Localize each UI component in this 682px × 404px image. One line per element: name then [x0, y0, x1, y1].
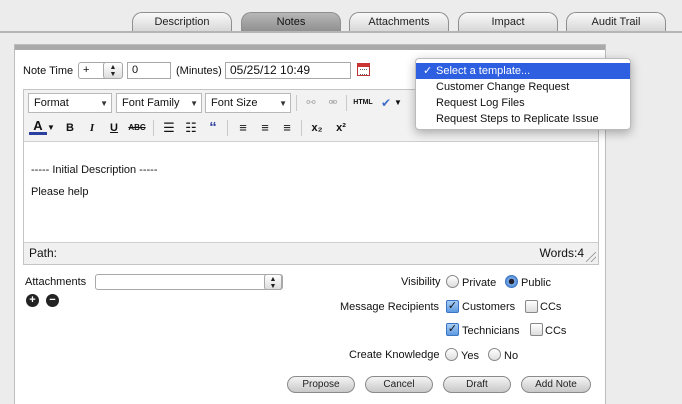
text-color-icon[interactable]: A [29, 119, 47, 135]
chevron-down-icon: ▼ [190, 99, 198, 108]
align-center-icon[interactable]: ≡ [256, 119, 274, 137]
attachments-select-arrows-icon[interactable]: ▲ ▼ [264, 274, 282, 290]
calendar-icon[interactable] [357, 63, 370, 76]
bullet-list-icon[interactable]: ☰ [160, 119, 178, 137]
template-dropdown-menu: ✓ Select a template... Customer Change R… [415, 58, 631, 130]
panel-header-bar [15, 45, 605, 50]
word-count: Words:4 [539, 246, 584, 260]
unlink-icon[interactable]: ⚮ [324, 94, 342, 112]
path-label: Path: [29, 246, 58, 260]
font-family-select-value: Font Family [122, 97, 180, 109]
text-color-dropdown-icon[interactable]: ▼ [46, 119, 56, 137]
toolbar-separator [301, 120, 302, 136]
technicians-label: Technicians [462, 325, 520, 337]
cancel-button[interactable]: Cancel [365, 376, 433, 393]
spellcheck-dropdown-icon[interactable]: ▼ [393, 94, 403, 112]
blockquote-icon[interactable]: “ [204, 119, 222, 137]
template-option-request-log-files[interactable]: Request Log Files [416, 95, 630, 111]
note-datetime-input[interactable]: 05/25/12 10:49 [225, 62, 351, 79]
visibility-public-radio[interactable] [505, 275, 518, 288]
propose-button[interactable]: Propose [287, 376, 355, 393]
checkmark-icon: ✓ [423, 65, 433, 77]
visibility-public-label: Public [521, 277, 551, 289]
visibility-private-label: Private [462, 277, 497, 289]
strikethrough-icon[interactable]: ABC [126, 119, 148, 137]
knowledge-yes-label: Yes [461, 350, 479, 362]
align-left-icon[interactable]: ≡ [234, 119, 252, 137]
template-option-select[interactable]: ✓ Select a template... [416, 63, 630, 79]
create-knowledge-label: Create Knowledge [349, 349, 440, 361]
editor-status-bar: Path: Words:4 [24, 242, 598, 264]
technicians-ccs-label: CCs [545, 325, 567, 337]
attachments-label: Attachments [25, 276, 87, 288]
template-option-label: Select a template... [436, 65, 531, 77]
font-family-select[interactable]: Font Family ▼ [116, 93, 202, 113]
add-attachment-icon[interactable]: + [26, 294, 39, 307]
customers-checkbox[interactable]: ✓ [446, 300, 459, 313]
add-note-button[interactable]: Add Note [521, 376, 591, 393]
tab-description[interactable]: Description [132, 12, 232, 32]
message-recipients-label: Message Recipients [340, 301, 440, 313]
superscript-icon[interactable]: x² [332, 119, 350, 137]
knowledge-no-label: No [504, 350, 519, 362]
bold-icon[interactable]: B [61, 119, 79, 137]
subscript-icon[interactable]: x₂ [308, 119, 326, 137]
sign-select-arrows-icon[interactable]: ▲ ▼ [103, 62, 123, 79]
format-select-value: Format [34, 97, 69, 109]
technicians-ccs-checkbox[interactable] [530, 323, 543, 336]
minutes-unit-label: (Minutes) [176, 65, 222, 77]
customers-ccs-checkbox[interactable] [525, 300, 538, 313]
underline-icon[interactable]: U [105, 119, 123, 137]
attachments-select[interactable] [95, 274, 283, 290]
visibility-label: Visibility [401, 276, 441, 288]
visibility-private-radio[interactable] [446, 275, 459, 288]
html-source-icon[interactable]: HTML [352, 94, 374, 112]
numbered-list-icon[interactable]: ☷ [182, 119, 200, 137]
customers-ccs-label: CCs [540, 301, 562, 313]
knowledge-no-radio[interactable] [488, 348, 501, 361]
draft-button[interactable]: Draft [443, 376, 511, 393]
editor-content-line: ----- Initial Description ----- [31, 164, 158, 176]
italic-icon[interactable]: I [83, 119, 101, 137]
technicians-checkbox[interactable]: ✓ [446, 323, 459, 336]
tab-impact[interactable]: Impact [458, 12, 558, 32]
editor-content[interactable]: ----- Initial Description ----- Please h… [31, 150, 158, 198]
toolbar-separator [153, 120, 154, 136]
tab-bar: Description Notes Attachments Impact Aud… [0, 0, 682, 33]
template-option-request-steps[interactable]: Request Steps to Replicate Issue [416, 111, 630, 127]
format-select[interactable]: Format ▼ [28, 93, 112, 113]
link-icon[interactable]: ⚯ [302, 94, 320, 112]
toolbar-separator [346, 95, 347, 111]
editor-content-line: Please help [31, 186, 89, 198]
resize-grip-icon[interactable] [586, 252, 596, 262]
font-size-select[interactable]: Font Size ▼ [205, 93, 291, 113]
font-size-select-value: Font Size [211, 97, 258, 109]
note-time-label: Note Time [23, 65, 74, 77]
tab-divider [0, 31, 682, 33]
chevron-down-icon: ▼ [279, 99, 287, 108]
chevron-down-icon: ▼ [100, 99, 108, 108]
knowledge-yes-radio[interactable] [445, 348, 458, 361]
template-option-customer-change-request[interactable]: Customer Change Request [416, 79, 630, 95]
customers-label: Customers [462, 301, 516, 313]
tab-notes[interactable]: Notes [241, 12, 341, 32]
tab-attachments[interactable]: Attachments [349, 12, 449, 32]
toolbar-separator [296, 95, 297, 111]
toolbar-separator [227, 120, 228, 136]
remove-attachment-icon[interactable]: − [46, 294, 59, 307]
align-right-icon[interactable]: ≡ [278, 119, 296, 137]
tab-audit-trail[interactable]: Audit Trail [566, 12, 666, 32]
note-time-minutes-input[interactable]: 0 [127, 62, 171, 79]
